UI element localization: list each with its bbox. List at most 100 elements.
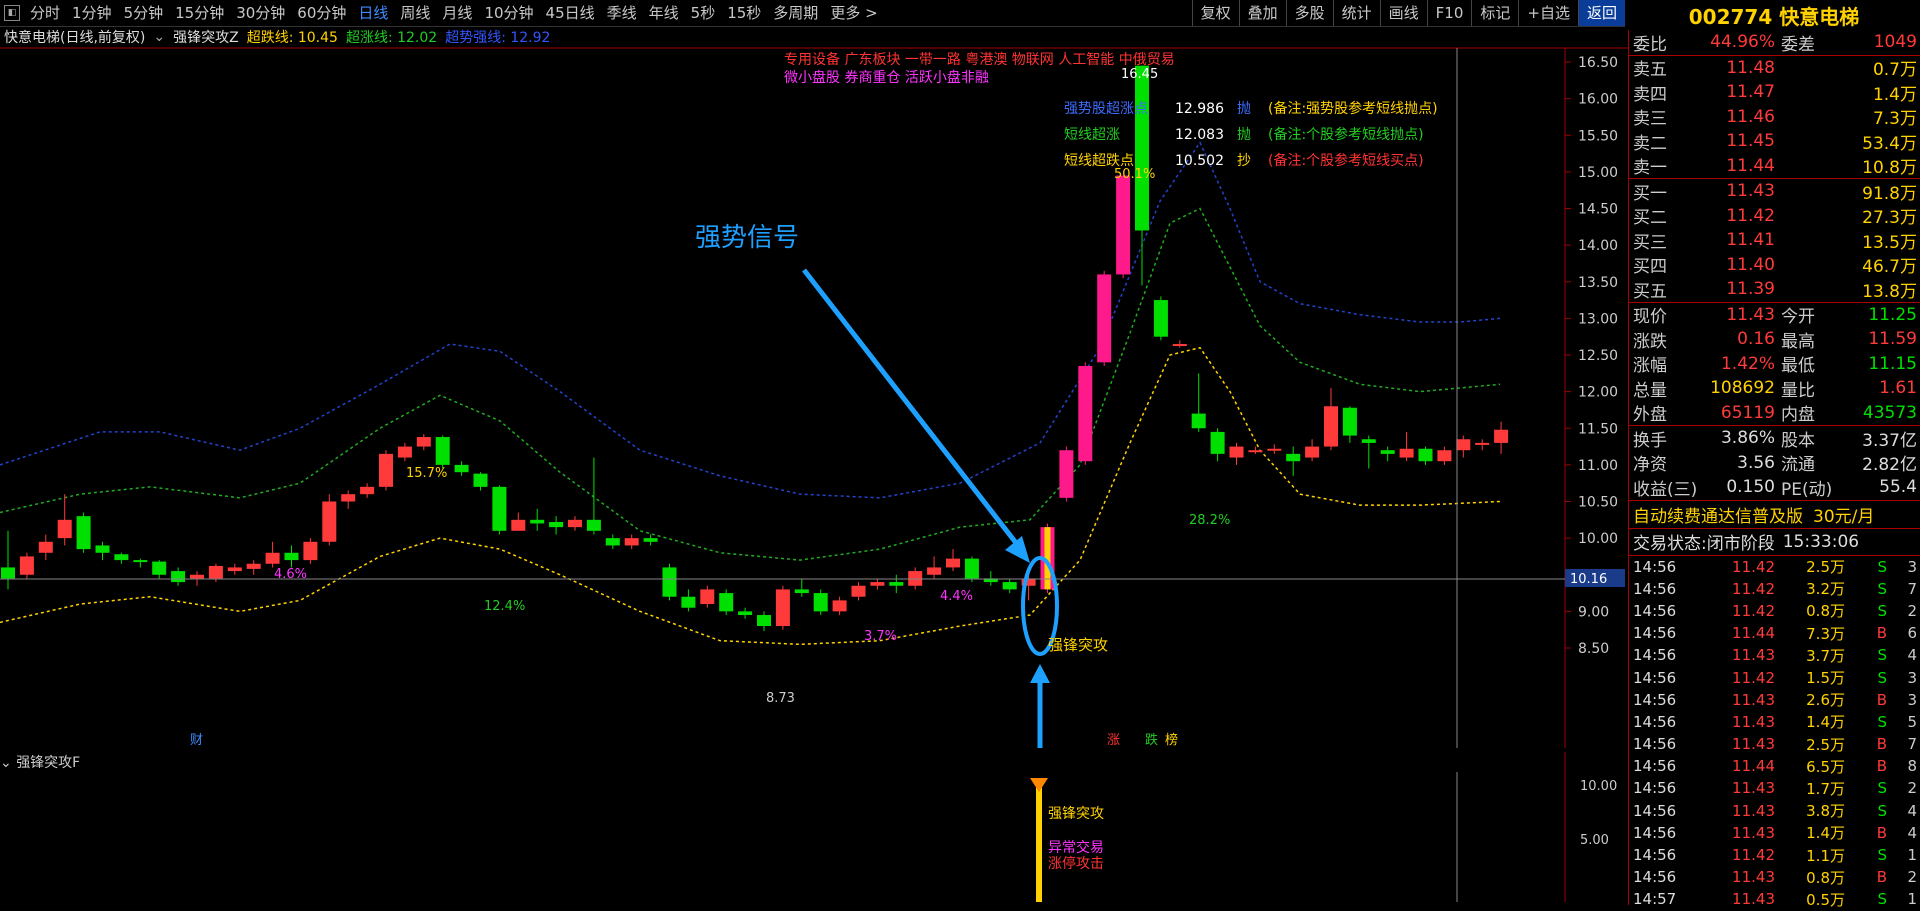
tick-row: 14:56 11.42 0.8万 S 2 xyxy=(1633,601,1917,621)
period-tab-10[interactable]: 45日线 xyxy=(540,0,601,26)
candle-body xyxy=(643,538,658,542)
pct-label: 4.6% xyxy=(274,567,307,582)
legend-value: 10.502 xyxy=(1175,153,1224,169)
asks-row: 卖二 11.45 53.4万 xyxy=(1633,131,1917,154)
period-tab-6[interactable]: 日线 xyxy=(352,0,394,26)
quote-row: 涨幅 1.42% 最低 11.15 xyxy=(1633,353,1917,377)
legend-note: (备注:强势股参考短线抛点) xyxy=(1268,100,1438,117)
fundamental-row: 收益(三) 0.150 PE(动) 55.4 xyxy=(1633,477,1917,500)
quote-stats: 现价 11.43 今开 11.25 涨跌 0.16 最高 11.59 涨幅 1.42% 最低 11.1… xyxy=(1629,303,1920,426)
tick-row: 14:56 11.43 1.4万 B 4 xyxy=(1633,823,1917,843)
candle-body xyxy=(1494,429,1509,443)
period-tab-11[interactable]: 季线 xyxy=(601,0,643,26)
peak-label: 16.45 xyxy=(1121,67,1158,82)
toolbar-button-6[interactable]: 标记 xyxy=(1471,0,1518,26)
legend-note: (备注:个股参考短线买点) xyxy=(1268,152,1424,169)
candle-body xyxy=(530,519,545,524)
period-tab-2[interactable]: 5分钟 xyxy=(118,0,170,26)
period-tab-1[interactable]: 1分钟 xyxy=(66,0,118,26)
candle-body xyxy=(1324,406,1338,447)
sub-chart[interactable]: 10.00 5.00 强锋突攻 异常交易 涨停攻击 xyxy=(0,752,1628,902)
candle-body xyxy=(1437,450,1452,462)
quote-panel: 委比 44.96% 委差 1049 卖五 11.48 0.7万 卖四 11.47 1.4万… xyxy=(1628,30,1920,909)
crosshair-price: 10.16 xyxy=(1570,572,1607,587)
candle-body xyxy=(76,516,91,550)
price-tick: 11.00 xyxy=(1578,458,1618,474)
quote-row: 总量 108692 量比 1.61 xyxy=(1633,378,1917,401)
period-tab-12[interactable]: 年线 xyxy=(643,0,685,26)
legend-name: 短线超涨 xyxy=(1064,127,1120,143)
candle-body xyxy=(114,554,129,561)
candle-body xyxy=(1418,448,1433,462)
candle-body xyxy=(227,567,242,572)
candle-body xyxy=(341,494,356,502)
asks-row: 卖五 11.48 0.7万 xyxy=(1633,57,1917,81)
candle-body xyxy=(133,560,148,563)
candle-body xyxy=(1305,446,1320,458)
candle-body xyxy=(719,593,734,612)
menu-icon[interactable]: ◧ xyxy=(4,5,20,21)
candle-body xyxy=(870,582,885,586)
stock-title: 002774 快意电梯 xyxy=(1688,4,1860,29)
candle-body xyxy=(1059,450,1074,498)
period-tab-13[interactable]: 5秒 xyxy=(685,0,722,26)
tick-row: 14:56 11.43 2.6万 B 3 xyxy=(1633,690,1917,710)
low-label: 8.73 xyxy=(766,691,795,706)
candle-body xyxy=(1399,448,1414,458)
price-tick: 9.00 xyxy=(1578,604,1609,620)
candle-body xyxy=(964,558,979,579)
price-tick: 12.00 xyxy=(1578,385,1618,401)
candle-body xyxy=(322,501,337,542)
toolbar-button-5[interactable]: F10 xyxy=(1426,0,1472,26)
bottom-mark: 榜 xyxy=(1165,732,1178,748)
period-tab-8[interactable]: 月线 xyxy=(436,0,478,26)
candle-body xyxy=(738,611,753,616)
bottom-mark: 财 xyxy=(190,733,203,748)
bids-row: 买一 11.43 91.8万 xyxy=(1633,181,1917,204)
subscription-ad[interactable]: 自动续费通达信普及版 30元/月 xyxy=(1629,501,1920,528)
candle-body xyxy=(303,541,318,561)
toolbar-button-2[interactable]: 多股 xyxy=(1285,0,1333,26)
bottom-mark: 涨 xyxy=(1107,733,1120,748)
price-tick: 15.50 xyxy=(1578,128,1618,144)
order-ratio-row: 委比 44.96% 委差 1049 xyxy=(1633,32,1917,55)
candle-body xyxy=(360,486,375,495)
candle-body xyxy=(265,552,280,564)
tick-row: 14:56 11.42 1.1万 S 1 xyxy=(1633,846,1917,865)
toolbar-button-8[interactable]: 返回 xyxy=(1577,0,1625,26)
bids-row: 买二 11.42 27.3万 xyxy=(1633,205,1917,229)
price-tick: 12.50 xyxy=(1578,348,1618,364)
toolbar-button-3[interactable]: 统计 xyxy=(1332,0,1380,26)
period-tab-9[interactable]: 10分钟 xyxy=(478,0,539,26)
toolbar-button-0[interactable]: 复权 xyxy=(1191,0,1239,26)
candle-body xyxy=(889,582,904,586)
candle-body xyxy=(1153,300,1168,337)
candle-body xyxy=(757,615,771,627)
period-tab-0[interactable]: 分时 xyxy=(24,0,66,26)
price-tick: 15.00 xyxy=(1578,165,1618,181)
quote-row: 涨跌 0.16 最高 11.59 xyxy=(1633,329,1917,352)
sub-axis-10: 10.00 xyxy=(1580,779,1617,794)
pct-label: 28.2% xyxy=(1189,513,1230,528)
tick-row: 14:56 11.43 0.8万 B 2 xyxy=(1633,868,1917,887)
asks-row: 卖三 11.46 7.3万 xyxy=(1633,106,1917,130)
period-tab-5[interactable]: 60分钟 xyxy=(291,0,352,26)
period-tab-4[interactable]: 30分钟 xyxy=(230,0,291,26)
toolbar-button-7[interactable]: +自选 xyxy=(1518,0,1578,26)
concepts-line1: 专用设备 广东板块 一带一路 粤港澳 物联网 人工智能 中俄贸易 xyxy=(784,51,1175,68)
kline-chart[interactable]: 16.50 16.00 15.50 15.00 14.50 14.00 13.50 13.00… xyxy=(0,28,1628,748)
pct-label: 12.4% xyxy=(484,599,525,614)
legend-tag: 抛 xyxy=(1237,101,1251,117)
period-tab-15[interactable]: 多周期 xyxy=(767,0,824,26)
tick-row: 14:56 11.42 2.5万 S 3 xyxy=(1633,557,1917,577)
period-tab-16[interactable]: 更多 > xyxy=(824,0,883,26)
period-tab-7[interactable]: 周线 xyxy=(394,0,436,26)
toolbar-button-1[interactable]: 叠加 xyxy=(1238,0,1286,26)
toolbar-button-4[interactable]: 画线 xyxy=(1379,0,1427,26)
period-tab-3[interactable]: 15分钟 xyxy=(169,0,230,26)
period-tab-14[interactable]: 15秒 xyxy=(721,0,767,26)
candle-body xyxy=(851,585,866,597)
candle-body xyxy=(662,567,677,597)
candle-body xyxy=(1172,344,1187,347)
candle-body xyxy=(832,600,847,612)
